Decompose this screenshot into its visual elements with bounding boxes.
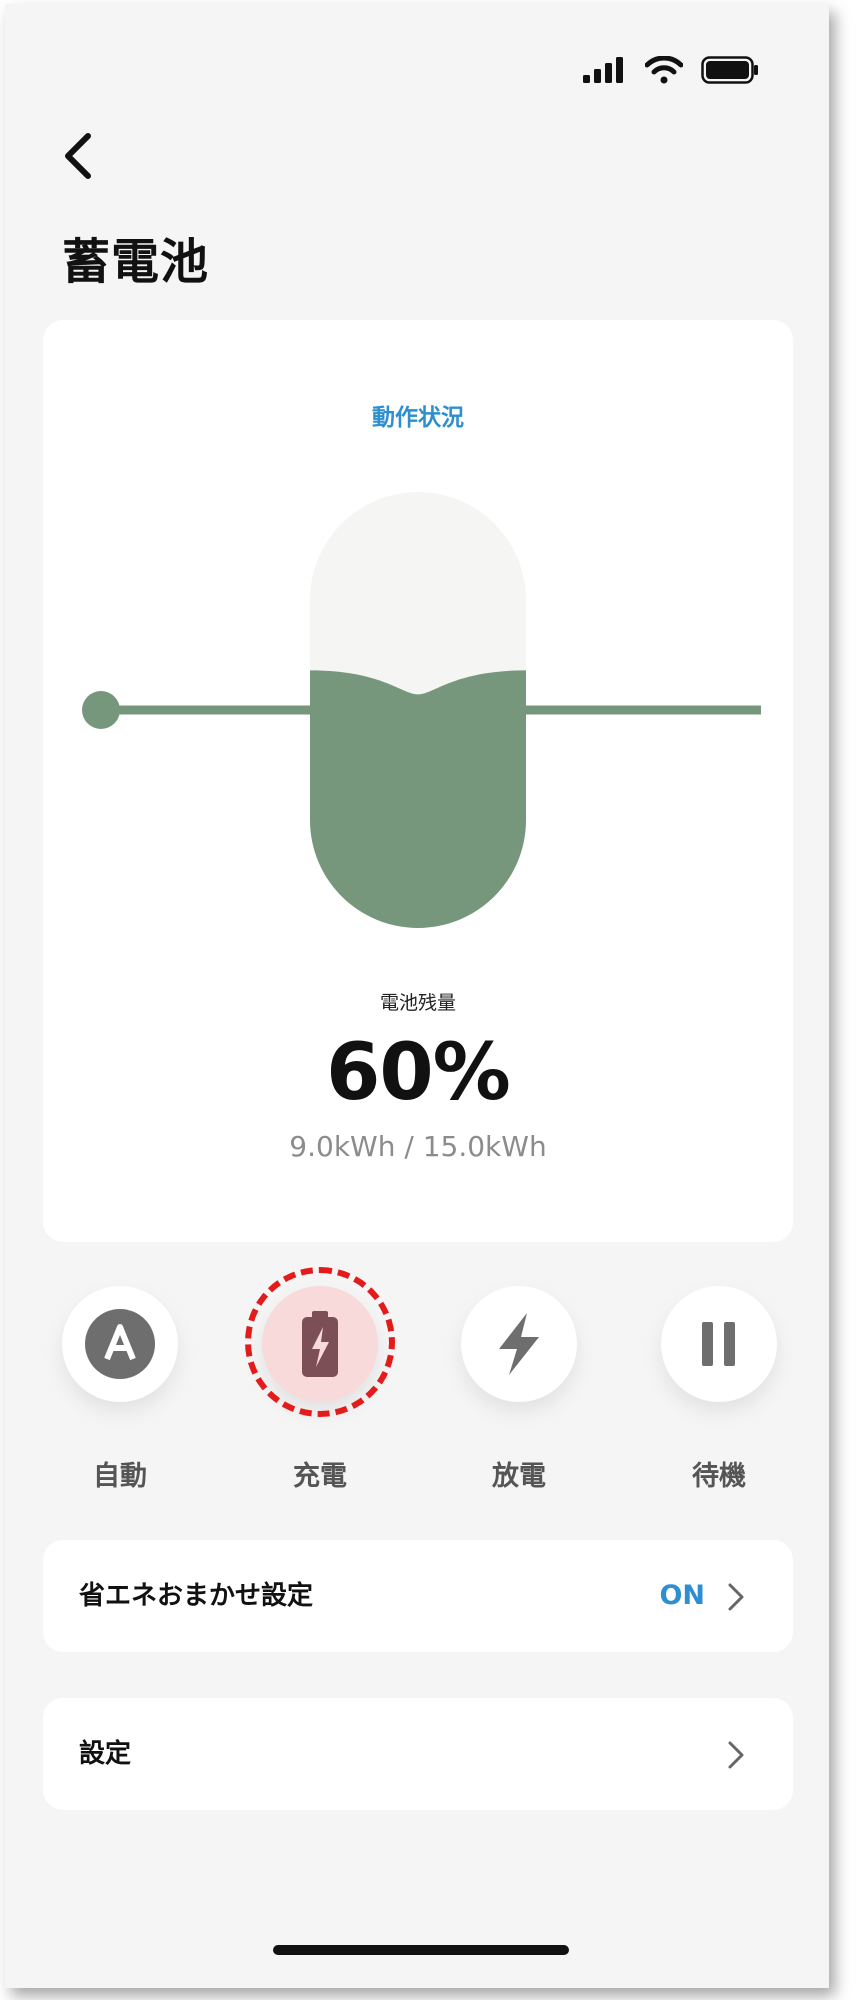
status-bar: [583, 56, 759, 84]
mode-standby-label: 待機: [692, 1461, 746, 1492]
lightning-bolt-icon: [499, 1313, 539, 1375]
mode-auto-label: 自動: [93, 1461, 147, 1492]
chevron-right-icon: [728, 1583, 744, 1611]
wifi-icon: [645, 56, 683, 84]
flow-endpoint-dot: [82, 691, 120, 729]
mode-discharge-label: 放電: [492, 1461, 546, 1492]
eco-setting-row[interactable]: 省エネおまかせ設定 ON: [43, 1540, 793, 1652]
battery-level-value: 60%: [326, 1028, 511, 1118]
settings-label: 設定: [79, 1739, 132, 1769]
battery-status-card: 動作状況 電池残量 60% 9.0kWh / 15.0kWh: [43, 320, 793, 1242]
battery-icon: [701, 56, 758, 84]
page-title: 蓄電池: [62, 234, 210, 290]
auto-a-icon: [85, 1309, 155, 1379]
eco-setting-value: ON: [659, 1580, 705, 1611]
chevron-left-icon: [65, 133, 91, 179]
battery-level-label: 電池残量: [379, 992, 456, 1014]
mode-discharge-button[interactable]: [461, 1286, 577, 1402]
settings-row[interactable]: 設定: [43, 1698, 793, 1810]
mode-standby-button[interactable]: [661, 1286, 777, 1402]
pause-icon: [702, 1322, 735, 1366]
battery-capacity: 9.0kWh / 15.0kWh: [289, 1130, 547, 1163]
home-indicator: [273, 1945, 569, 1955]
mode-charge-label: 充電: [293, 1461, 347, 1492]
battery-fill-level: [310, 670, 526, 928]
eco-setting-label: 省エネおまかせ設定: [79, 1581, 314, 1611]
phone-screen: 蓄電池 動作状況 電池残量 60% 9.0kWh / 15.0kWh 自動 充電…: [5, 4, 829, 1988]
back-button[interactable]: [55, 129, 99, 183]
cellular-signal-icon: [583, 57, 623, 83]
highlight-ring: [245, 1267, 395, 1417]
mode-auto-button[interactable]: [62, 1286, 178, 1402]
chevron-right-icon: [728, 1741, 744, 1769]
battery-gauge: [82, 492, 761, 928]
